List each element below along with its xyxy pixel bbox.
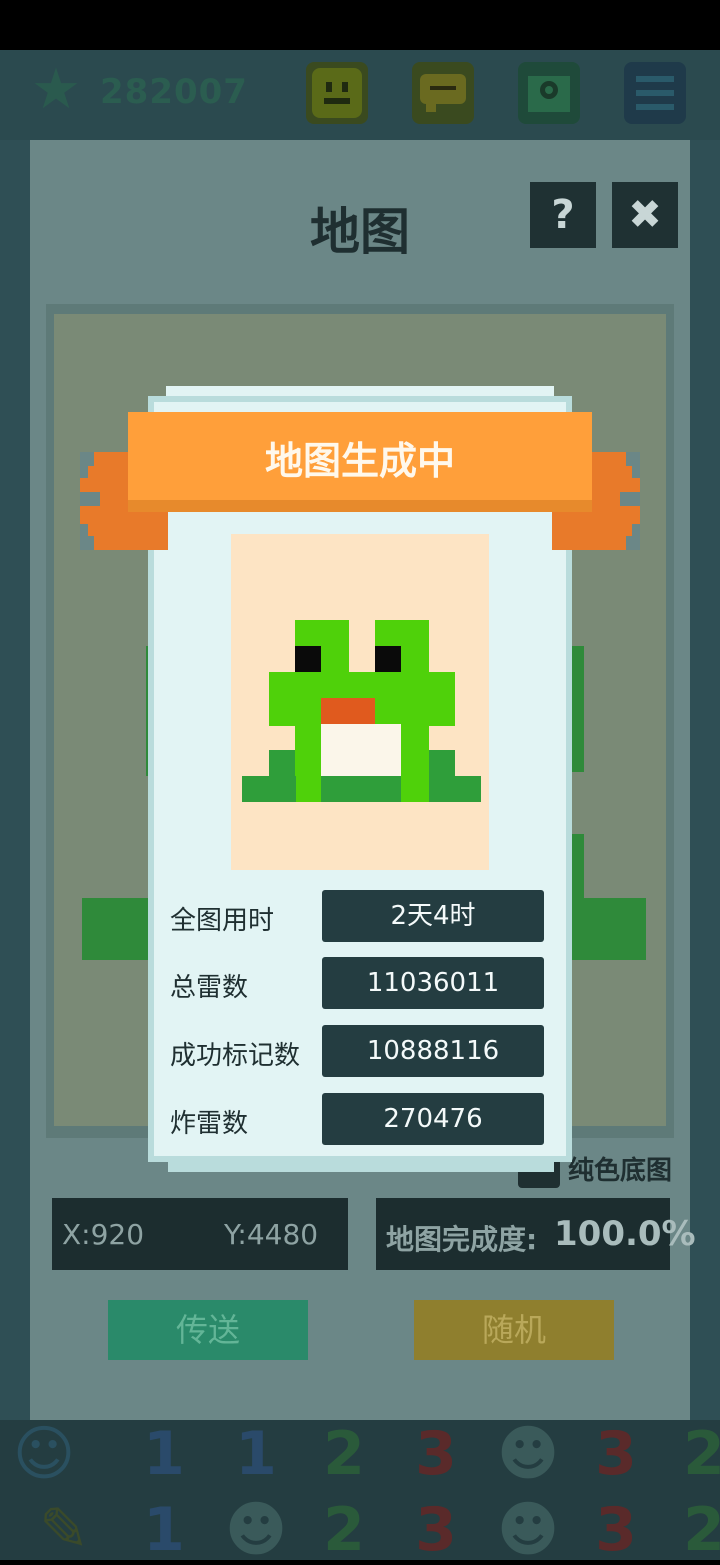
grid-cell[interactable]: 3	[392, 1420, 480, 1488]
map-pin-icon[interactable]	[518, 62, 580, 124]
star-icon: ★	[30, 57, 82, 122]
panda-icon[interactable]: ☻	[484, 1496, 572, 1564]
grid-cell[interactable]: 1	[120, 1420, 208, 1488]
grid-cell[interactable]: 2	[300, 1420, 388, 1488]
help-button[interactable]: ?	[530, 182, 596, 248]
modal-bottom-edge	[168, 1158, 554, 1172]
map-shape	[572, 834, 584, 898]
status-bar	[0, 0, 720, 50]
solid-color-label: 纯色底图	[568, 1156, 673, 1186]
close-button[interactable]: ✖	[612, 182, 678, 248]
random-button[interactable]: 随机	[414, 1300, 614, 1360]
map-preview-image	[231, 534, 489, 870]
map-shape	[572, 898, 646, 960]
map-shape	[82, 898, 148, 960]
minesweeper-grid[interactable]: ☺ 1 1 2 3 ☻ 3 2 ✎ 1 ☻ 2 3 ☻ 3 2	[0, 1420, 720, 1564]
score-value: 282007	[100, 72, 248, 112]
grid-cell[interactable]: 1	[120, 1496, 208, 1564]
stat-value-total-mines: 11036011	[322, 957, 544, 1009]
progress-label: 地图完成度:	[386, 1223, 538, 1256]
coord-x: X:920	[62, 1218, 145, 1251]
stat-value-total-time: 2天4时	[322, 890, 544, 942]
ribbon-shade	[128, 500, 592, 512]
grid-cell[interactable]: 2	[300, 1496, 388, 1564]
grid-cell[interactable]: 3	[572, 1496, 660, 1564]
stat-label-flagged: 成功标记数	[170, 1041, 301, 1071]
grid-cell[interactable]: 2	[660, 1496, 720, 1564]
stat-label-total-mines: 总雷数	[170, 973, 249, 1003]
stat-label-total-time: 全图用时	[170, 906, 275, 936]
dialog-title: 地图生成中	[264, 439, 455, 483]
stat-value-exploded: 270476	[322, 1093, 544, 1145]
grid-cell[interactable]: 3	[392, 1496, 480, 1564]
stat-value-flagged: 10888116	[322, 1025, 544, 1077]
progress-value: 100.0%	[554, 1214, 696, 1254]
smiley-icon[interactable]	[306, 62, 368, 124]
panda-icon[interactable]: ☻	[212, 1496, 300, 1564]
grid-cell[interactable]: 3	[572, 1420, 660, 1488]
map-shape	[572, 646, 584, 772]
panda-icon[interactable]: ☻	[484, 1420, 572, 1488]
grid-cell[interactable]: ☺	[0, 1420, 88, 1488]
chat-icon[interactable]	[412, 62, 474, 124]
stat-label-exploded: 炸雷数	[170, 1109, 249, 1139]
frog-icon	[242, 620, 481, 802]
grid-cell[interactable]: 2	[660, 1420, 720, 1488]
menu-icon[interactable]	[624, 62, 686, 124]
coord-y: Y:4480	[224, 1218, 319, 1251]
teleport-button[interactable]: 传送	[108, 1300, 308, 1360]
grid-cell[interactable]: 1	[212, 1420, 300, 1488]
shovel-icon[interactable]: ✎	[20, 1496, 108, 1564]
